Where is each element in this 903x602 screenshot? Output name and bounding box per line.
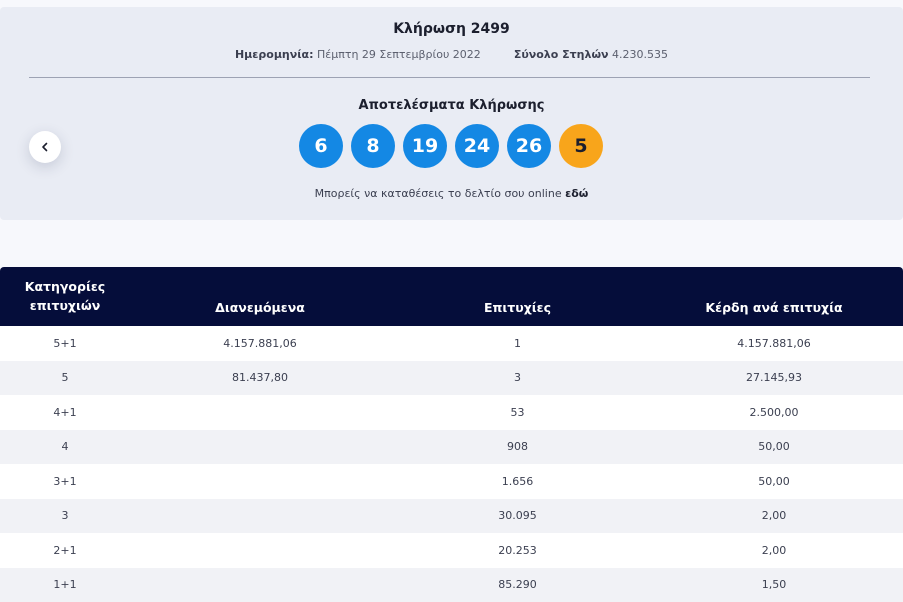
cell-prize: 2,00 [645,544,903,557]
previous-draw-button[interactable] [29,131,61,163]
cell-category: 5 [0,371,130,384]
date-value: Πέμπτη 29 Σεπτεμβρίου 2022 [317,48,481,61]
cell-prize: 4.157.881,06 [645,337,903,350]
number-ball: 26 [507,124,551,168]
table-row: 5+1 4.157.881,06 1 4.157.881,06 [0,326,903,361]
draw-title: Κλήρωση 2499 [0,21,903,37]
cell-category: 3 [0,509,130,522]
cell-prize: 1,50 [645,578,903,591]
table-row: 5 81.437,80 3 27.145,93 [0,361,903,396]
cell-winners: 1 [390,337,645,350]
number-ball: 8 [351,124,395,168]
table-row: 1+1 85.290 1,50 [0,568,903,602]
table-header: Κατηγορίες επιτυχιών Διανεμόμενα Επιτυχί… [0,267,903,326]
cell-winners: 85.290 [390,578,645,591]
cell-winners: 1.656 [390,475,645,488]
cell-winners: 30.095 [390,509,645,522]
number-ball: 6 [299,124,343,168]
online-text: Μπορείς να καταθέσεις το δελτίο σου onli… [315,187,565,200]
header-winners: Επιτυχίες [390,267,645,326]
cell-prize: 50,00 [645,475,903,488]
joker-ball: 5 [559,124,603,168]
table-row: 3+1 1.656 50,00 [0,464,903,499]
table-body: 5+1 4.157.881,06 1 4.157.881,06 5 81.437… [0,326,903,602]
cell-prize: 50,00 [645,440,903,453]
cell-prize: 2,00 [645,509,903,522]
results-title: Αποτελέσματα Κλήρωσης [0,98,903,113]
number-ball: 24 [455,124,499,168]
cell-prize: 27.145,93 [645,371,903,384]
online-link[interactable]: εδώ [565,187,588,200]
cell-category: 4 [0,440,130,453]
cell-category: 2+1 [0,544,130,557]
cell-category: 3+1 [0,475,130,488]
cell-winners: 908 [390,440,645,453]
header-category: Κατηγορίες επιτυχιών [0,267,130,326]
cell-category: 4+1 [0,406,130,419]
header-prize: Κέρδη ανά επιτυχία [645,267,903,326]
date-label: Ημερομηνία: [235,48,314,61]
winning-numbers: 6 8 19 24 26 5 [299,124,603,168]
cell-distributed: 81.437,80 [130,371,390,384]
table-row: 4 908 50,00 [0,430,903,465]
online-play-text: Μπορείς να καταθέσεις το δελτίο σου onli… [0,187,903,200]
cell-prize: 2.500,00 [645,406,903,419]
table-row: 2+1 20.253 2,00 [0,533,903,568]
cell-winners: 3 [390,371,645,384]
chevron-left-icon [40,142,50,152]
header-category-line2: επιτυχιών [25,296,105,315]
header-category-line1: Κατηγορίες [25,277,105,296]
cell-winners: 53 [390,406,645,419]
cell-distributed: 4.157.881,06 [130,337,390,350]
columns-value: 4.230.535 [612,48,668,61]
columns-label: Σύνολο Στηλών [514,48,609,61]
cell-winners: 20.253 [390,544,645,557]
draw-meta: Ημερομηνία: Πέμπτη 29 Σεπτεμβρίου 2022 Σ… [0,48,903,61]
table-row: 4+1 53 2.500,00 [0,395,903,430]
header-distributed: Διανεμόμενα [130,267,390,326]
cell-category: 5+1 [0,337,130,350]
table-row: 3 30.095 2,00 [0,499,903,534]
number-ball: 19 [403,124,447,168]
cell-category: 1+1 [0,578,130,591]
divider [29,77,870,78]
prize-table: Κατηγορίες επιτυχιών Διανεμόμενα Επιτυχί… [0,267,903,602]
